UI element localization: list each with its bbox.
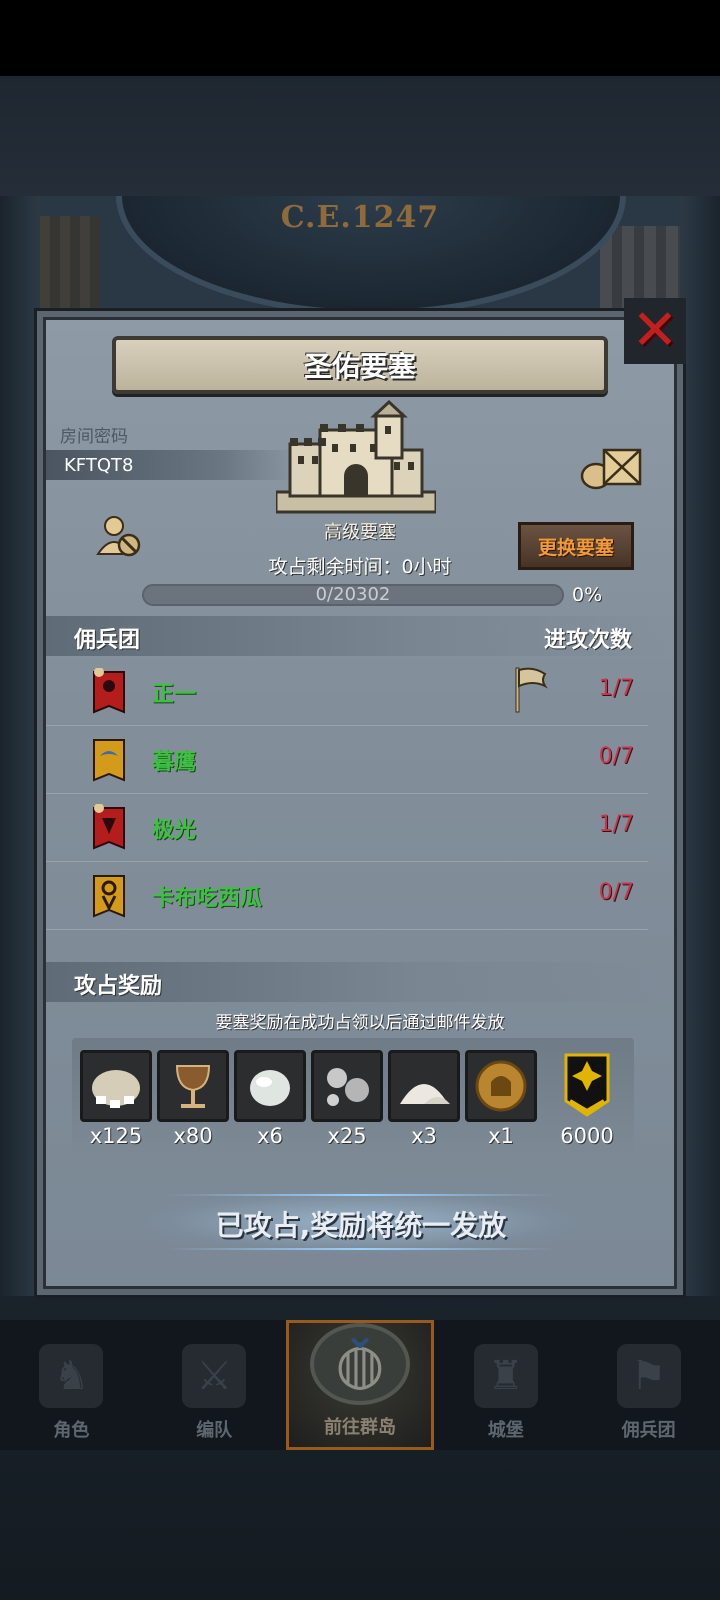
close-button[interactable]: ✕	[624, 298, 686, 364]
time-remaining: 攻占剩余时间：0小时	[268, 556, 452, 578]
dialog-title: 圣佑要塞	[303, 350, 416, 383]
mercenary-icon: ⚑	[616, 1344, 681, 1408]
nav-mercenary[interactable]: ⚑ 佣兵团	[577, 1320, 720, 1450]
capture-progress-text: 0/20302	[315, 584, 391, 605]
background-right	[680, 196, 720, 1326]
nav-formation[interactable]: ⚔ 编队	[143, 1320, 286, 1450]
mercenary-section-title: 佣兵团	[74, 628, 141, 653]
attack-count: 0/7	[598, 880, 634, 905]
capture-progress-percent: 0%	[572, 584, 603, 606]
knight-helmet-icon: ♞	[39, 1344, 104, 1408]
mercenary-row[interactable]: 极光 1/7	[46, 794, 648, 862]
rank-badge-icon	[564, 1053, 610, 1117]
room-password-label: 房间密码	[60, 427, 128, 447]
guild-banner-icon	[93, 739, 125, 782]
close-icon: ✕	[631, 298, 679, 363]
silver-sack-icon	[92, 1070, 140, 1108]
mercenary-name: 极光	[152, 818, 197, 843]
fortress-grade: 高级要塞	[324, 522, 396, 543]
reward-quantity: x80	[173, 1124, 213, 1148]
reward-item[interactable]: x1	[465, 1050, 537, 1154]
mercenary-row[interactable]: 暮鹰 0/7	[46, 726, 648, 794]
goblet-icon	[175, 1065, 211, 1108]
nav-label: 编队	[196, 1420, 233, 1441]
reward-item[interactable]: x3	[388, 1050, 460, 1154]
room-password[interactable]: KFTQT8	[46, 450, 296, 480]
reward-quantity: x6	[257, 1124, 283, 1148]
nav-islands[interactable]: ⌄ ◍ 前往群岛	[285, 1315, 435, 1450]
era-label: C.E.1247	[280, 200, 440, 235]
reward-item[interactable]: x80	[157, 1050, 229, 1154]
nav-character[interactable]: ♞ 角色	[0, 1320, 143, 1450]
mercenary-name: 卡布吃西瓜	[152, 886, 263, 911]
reward-note: 要塞奖励在成功占领以后通过邮件发放	[215, 1013, 505, 1033]
nav-label: 前往群岛	[323, 1417, 396, 1438]
reward-quantity: x25	[327, 1124, 367, 1148]
mercenary-row[interactable]: 正一 1/7	[46, 658, 648, 726]
mercenary-row[interactable]: 卡布吃西瓜 0/7	[46, 862, 648, 930]
reward-section-title: 攻占奖励	[74, 974, 163, 999]
capture-status-text: 已攻占,奖励将统一发放	[215, 1209, 507, 1242]
reward-quantity: 6000	[560, 1124, 614, 1148]
reward-quantity: x1	[488, 1124, 514, 1148]
mercenary-name: 正一	[152, 682, 197, 707]
status-bar	[0, 0, 720, 76]
attack-count: 1/7	[598, 812, 634, 837]
reward-item[interactable]: x6	[234, 1050, 306, 1154]
bottom-nav: ♞ 角色 ⚔ 编队 ⌄ ◍ 前往群岛 ♜ 城堡 ⚑ 佣兵团	[0, 1315, 720, 1450]
mercenary-section-header: 佣兵团 进攻次数	[46, 616, 674, 656]
reward-item[interactable]: x25	[311, 1050, 383, 1154]
reward-quantity: x125	[89, 1124, 143, 1148]
castle-icon: ♜	[473, 1344, 538, 1408]
reward-item[interactable]: x125	[80, 1050, 152, 1154]
dialog-title-bar: 圣佑要塞	[112, 336, 608, 394]
mercenary-name: 暮鹰	[152, 750, 197, 775]
guild-banner-icon	[93, 668, 125, 714]
guild-banner-icon	[93, 875, 125, 918]
background-top	[0, 76, 720, 196]
flag-icon	[515, 667, 548, 713]
nav-label: 角色	[53, 1420, 90, 1441]
mercury-drops-icon	[327, 1068, 369, 1106]
nav-label: 佣兵团	[621, 1420, 676, 1441]
world-scene: C.E.1247	[18, 196, 702, 324]
attack-count: 1/7	[598, 676, 634, 701]
supply-crate-icon[interactable]	[580, 444, 644, 490]
reward-quantity: x3	[411, 1124, 437, 1148]
knight-medal-icon	[475, 1060, 527, 1112]
formation-icon: ⚔	[182, 1344, 247, 1408]
change-fortress-button[interactable]: 更换要塞	[518, 522, 634, 570]
salt-pile-icon	[400, 1084, 450, 1104]
no-user-icon	[96, 516, 141, 557]
guild-banner-icon	[93, 804, 125, 850]
attack-count: 0/7	[598, 744, 634, 769]
capture-status-banner: 已攻占,奖励将统一发放	[136, 1190, 586, 1254]
chevron-down-icon: ⌄	[343, 1312, 377, 1358]
nav-castle[interactable]: ♜ 城堡	[434, 1320, 577, 1450]
attack-count-header: 进攻次数	[543, 628, 632, 653]
reward-section-header: 攻占奖励	[46, 962, 674, 1002]
reward-item[interactable]: 6000	[550, 1050, 624, 1154]
white-stone-icon	[250, 1070, 290, 1106]
fortress-castle-icon	[276, 400, 436, 514]
nav-label: 城堡	[487, 1420, 524, 1441]
